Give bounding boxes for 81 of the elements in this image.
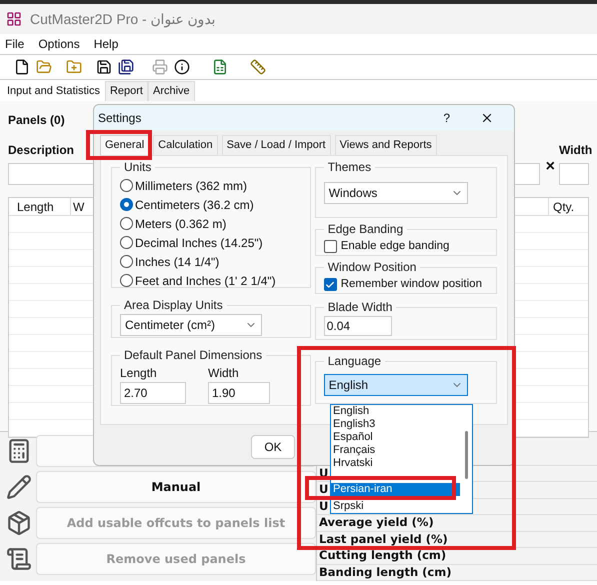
language-option[interactable]: Srpski bbox=[331, 500, 460, 513]
panels-title: Panels (0) bbox=[8, 112, 65, 129]
tab[interactable]: Calculation bbox=[153, 135, 218, 155]
tab[interactable]: General bbox=[100, 135, 150, 155]
tab[interactable]: Views and Reports bbox=[334, 135, 437, 155]
blade-width-field[interactable]: 0.04 bbox=[324, 316, 392, 336]
radio-label: Centimeters (36.2 cm) bbox=[135, 196, 254, 214]
menu-item[interactable]: File bbox=[5, 35, 24, 53]
radio-button[interactable] bbox=[120, 179, 133, 192]
action-button[interactable]: Manual bbox=[36, 471, 316, 503]
radio-button[interactable] bbox=[120, 198, 133, 211]
group-title: Blade Width bbox=[326, 299, 394, 316]
times-sign: × bbox=[546, 157, 555, 177]
language-option[interactable]: Français bbox=[331, 444, 460, 457]
length-label: Length bbox=[120, 365, 158, 382]
radio-button[interactable] bbox=[120, 255, 133, 268]
dropdown[interactable]: Centimeter (cm²) bbox=[120, 314, 262, 336]
folder-plus-icon[interactable] bbox=[66, 59, 82, 75]
group-title: Area Display Units bbox=[123, 297, 224, 314]
length-field[interactable]: 2.70 bbox=[120, 382, 186, 404]
pencil-icon bbox=[6, 474, 32, 500]
stat-label: Banding length (cm) bbox=[319, 566, 452, 578]
ruler-icon[interactable] bbox=[250, 59, 266, 75]
menu-item[interactable]: Options bbox=[38, 35, 80, 53]
tab[interactable]: Save / Load / Import bbox=[222, 135, 331, 155]
dialog-title: Settings bbox=[98, 110, 142, 127]
tab[interactable]: Report bbox=[104, 81, 148, 101]
stat-label: Cutting length (cm) bbox=[319, 550, 446, 562]
width-field[interactable] bbox=[559, 163, 589, 185]
tab[interactable]: Archive bbox=[148, 81, 195, 101]
width-label: Width bbox=[208, 365, 240, 382]
highlight-frame bbox=[86, 130, 152, 160]
width-label: Width bbox=[559, 142, 589, 159]
radio-button[interactable] bbox=[120, 274, 133, 287]
folder-icon[interactable] bbox=[36, 59, 52, 75]
group-title: Edge Banding bbox=[326, 221, 404, 238]
stat-label: Last panel yield (%) bbox=[319, 534, 448, 546]
group-title: Themes bbox=[326, 159, 372, 176]
radio-button[interactable] bbox=[120, 236, 133, 249]
width-field[interactable]: 1.90 bbox=[208, 382, 270, 404]
checkbox[interactable] bbox=[324, 278, 337, 292]
stat-label: U bbox=[319, 484, 328, 496]
column-header: Qty. bbox=[548, 198, 588, 215]
dropdown[interactable]: Windows bbox=[324, 182, 468, 204]
help-button[interactable]: ? bbox=[443, 109, 450, 127]
dropdown[interactable]: English bbox=[324, 374, 468, 396]
close-icon[interactable] bbox=[480, 111, 494, 125]
radio-label: Millimeters (362 mm) bbox=[135, 178, 248, 194]
stat-label: U bbox=[319, 500, 328, 512]
spreadsheet-icon[interactable] bbox=[212, 59, 228, 75]
new-file-icon[interactable] bbox=[14, 59, 30, 75]
checkbox[interactable] bbox=[324, 240, 337, 254]
radio-label: Decimal Inches (14.25") bbox=[135, 234, 263, 252]
description-label: Description bbox=[8, 142, 74, 159]
group-title: Window Position bbox=[326, 259, 418, 276]
group-title: Default Panel Dimensions bbox=[123, 347, 264, 364]
window-title: CutMaster2D Pro - بدون عنوان bbox=[30, 10, 216, 30]
info-icon[interactable] bbox=[174, 59, 190, 75]
language-option[interactable]: English bbox=[331, 405, 460, 418]
language-option[interactable]: Hrvatski bbox=[331, 457, 460, 470]
scroll-icon bbox=[6, 546, 32, 572]
box-icon bbox=[6, 510, 32, 536]
group-title: Units bbox=[123, 159, 152, 176]
group-title: Language bbox=[326, 353, 382, 370]
column-header: W bbox=[73, 200, 84, 214]
checkbox-label: Remember window position bbox=[340, 277, 482, 292]
radio-label: Meters (0.362 m) bbox=[135, 216, 226, 232]
language-option[interactable]: Persian-iran bbox=[331, 483, 460, 496]
language-option[interactable]: Español bbox=[331, 431, 460, 444]
save-as-icon[interactable] bbox=[118, 59, 134, 75]
ok-button[interactable]: OK bbox=[251, 435, 295, 459]
language-option[interactable]: English3 bbox=[331, 418, 460, 431]
column-header: Length bbox=[9, 198, 71, 215]
app-icon bbox=[6, 11, 22, 27]
checkbox-label: Enable edge banding bbox=[340, 239, 450, 254]
radio-button[interactable] bbox=[120, 217, 133, 230]
save-icon[interactable] bbox=[96, 59, 112, 75]
menu-item[interactable]: Help bbox=[94, 35, 118, 53]
stat-label: Average yield (%) bbox=[319, 517, 434, 529]
radio-label: Feet and Inches (1' 2 1/4") bbox=[135, 272, 276, 290]
radio-label: Inches (14 1/4") bbox=[135, 254, 220, 270]
